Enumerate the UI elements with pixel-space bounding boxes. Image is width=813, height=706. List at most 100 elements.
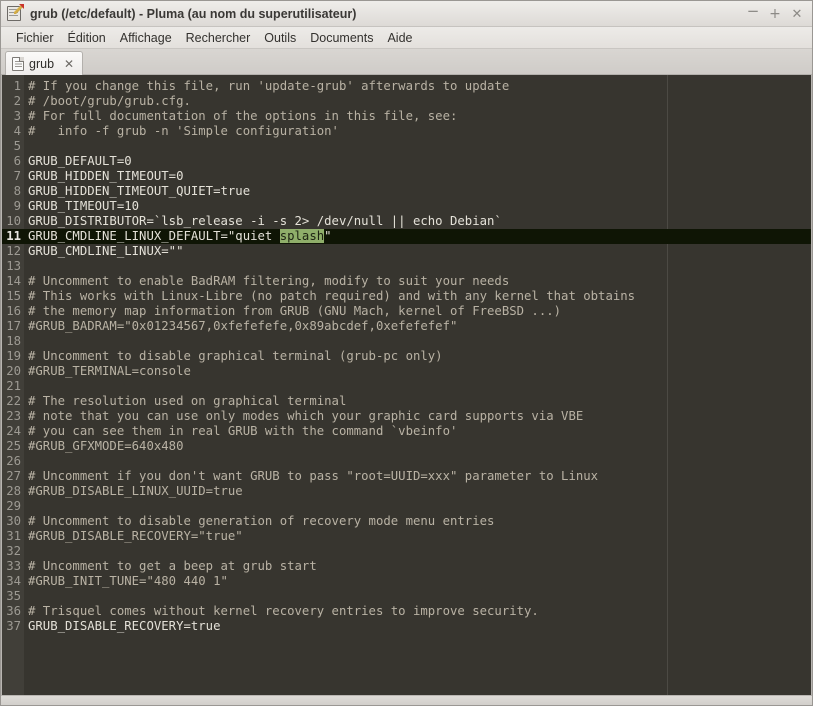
line-number: 24 bbox=[6, 424, 21, 438]
window-title: grub (/etc/default) - Pluma (au nom du s… bbox=[30, 6, 357, 21]
comment-text: # note that you can use only modes which… bbox=[28, 409, 584, 423]
line-number: 7 bbox=[13, 169, 21, 183]
code-line[interactable]: GRUB_DISTRIBUTOR=`lsb_release -i -s 2> /… bbox=[24, 214, 811, 229]
code-text: GRUB_HIDDEN_TIMEOUT_QUIET=true bbox=[28, 184, 251, 198]
comment-text: # This works with Linux-Libre (no patch … bbox=[28, 289, 636, 303]
line-number: 19 bbox=[6, 349, 21, 363]
code-line[interactable] bbox=[24, 544, 811, 559]
line-number: 11 bbox=[2, 229, 24, 244]
line-number: 13 bbox=[6, 259, 21, 273]
tab-grub[interactable]: grub ✕ bbox=[5, 51, 84, 75]
code-line[interactable] bbox=[24, 589, 811, 604]
code-line[interactable]: # Uncomment to get a beep at grub start bbox=[24, 559, 811, 574]
line-number: 1 bbox=[13, 79, 21, 93]
line-number: 10 bbox=[6, 214, 21, 228]
code-text: GRUB_TIMEOUT=10 bbox=[28, 199, 140, 213]
code-line[interactable]: # Uncomment to enable BadRAM filtering, … bbox=[24, 274, 811, 289]
comment-text: # Uncomment to disable graphical termina… bbox=[28, 349, 443, 363]
code-line[interactable]: GRUB_CMDLINE_LINUX_DEFAULT="quiet splash… bbox=[24, 229, 811, 244]
code-line[interactable]: GRUB_DISABLE_RECOVERY=true bbox=[24, 619, 811, 634]
window-controls: − + ✕ bbox=[742, 1, 808, 27]
comment-text: #GRUB_DISABLE_LINUX_UUID=true bbox=[28, 484, 243, 498]
menu-item-dition[interactable]: Édition bbox=[61, 29, 113, 47]
line-number: 5 bbox=[13, 139, 21, 153]
menu-item-affichage[interactable]: Affichage bbox=[113, 29, 179, 47]
comment-text: #GRUB_BADRAM="0x01234567,0xfefefefe,0x89… bbox=[28, 319, 458, 333]
comment-text: # Trisquel comes without kernel recovery… bbox=[28, 604, 539, 618]
line-number: 32 bbox=[6, 544, 21, 558]
line-number: 9 bbox=[13, 199, 21, 213]
code-line[interactable] bbox=[24, 259, 811, 274]
editor-area[interactable]: 1 2 3 4 5 6 7 8 9 10 11 12 13 14 15 16 17 18 19 20 21 22 23 24 2… bbox=[1, 75, 812, 695]
code-line[interactable] bbox=[24, 334, 811, 349]
code-line[interactable]: GRUB_HIDDEN_TIMEOUT=0 bbox=[24, 169, 811, 184]
comment-text: # info -f grub -n 'Simple configuration' bbox=[28, 124, 339, 138]
menu-item-documents[interactable]: Documents bbox=[303, 29, 380, 47]
code-line[interactable]: GRUB_TIMEOUT=10 bbox=[24, 199, 811, 214]
code-line[interactable]: # /boot/grub/grub.cfg. bbox=[24, 94, 811, 109]
line-number: 22 bbox=[6, 394, 21, 408]
minimize-button[interactable]: − bbox=[742, 3, 764, 25]
minimize-icon: − bbox=[746, 1, 760, 20]
code-line[interactable]: #GRUB_DISABLE_RECOVERY="true" bbox=[24, 529, 811, 544]
code-line[interactable]: # Trisquel comes without kernel recovery… bbox=[24, 604, 811, 619]
code-line[interactable] bbox=[24, 499, 811, 514]
code-line[interactable]: #GRUB_TERMINAL=console bbox=[24, 364, 811, 379]
line-number: 34 bbox=[6, 574, 21, 588]
maximize-button[interactable]: + bbox=[764, 3, 786, 25]
comment-text: # Uncomment to enable BadRAM filtering, … bbox=[28, 274, 510, 288]
line-number: 6 bbox=[13, 154, 21, 168]
code-line[interactable]: #GRUB_BADRAM="0x01234567,0xfefefefe,0x89… bbox=[24, 319, 811, 334]
tab-close-icon[interactable]: ✕ bbox=[62, 58, 76, 70]
code-line[interactable]: GRUB_HIDDEN_TIMEOUT_QUIET=true bbox=[24, 184, 811, 199]
code-line[interactable]: # This works with Linux-Libre (no patch … bbox=[24, 289, 811, 304]
code-line[interactable]: # Uncomment to disable generation of rec… bbox=[24, 514, 811, 529]
line-number: 37 bbox=[6, 619, 21, 633]
line-number: 26 bbox=[6, 454, 21, 468]
line-number: 28 bbox=[6, 484, 21, 498]
code-line[interactable] bbox=[24, 454, 811, 469]
code-line[interactable]: # Uncomment if you don't want GRUB to pa… bbox=[24, 469, 811, 484]
code-line[interactable]: GRUB_DEFAULT=0 bbox=[24, 154, 811, 169]
comment-text: # Uncomment to disable generation of rec… bbox=[28, 514, 495, 528]
line-number: 14 bbox=[6, 274, 21, 288]
code-line[interactable]: # you can see them in real GRUB with the… bbox=[24, 424, 811, 439]
code-text: GRUB_CMDLINE_LINUX="" bbox=[28, 244, 184, 258]
comment-text: # The resolution used on graphical termi… bbox=[28, 394, 347, 408]
code-line[interactable]: # Uncomment to disable graphical termina… bbox=[24, 349, 811, 364]
line-number: 18 bbox=[6, 334, 21, 348]
code-line[interactable]: # info -f grub -n 'Simple configuration' bbox=[24, 124, 811, 139]
code-line[interactable]: # note that you can use only modes which… bbox=[24, 409, 811, 424]
menu-item-fichier[interactable]: Fichier bbox=[9, 29, 61, 47]
document-icon bbox=[12, 56, 24, 71]
line-number: 36 bbox=[6, 604, 21, 618]
code-line[interactable]: #GRUB_INIT_TUNE="480 440 1" bbox=[24, 574, 811, 589]
code-line[interactable]: # For full documentation of the options … bbox=[24, 109, 811, 124]
code-line[interactable]: # If you change this file, run 'update-g… bbox=[24, 79, 811, 94]
comment-text: #GRUB_TERMINAL=console bbox=[28, 364, 191, 378]
code-text: GRUB_DEFAULT=0 bbox=[28, 154, 132, 168]
selected-text: splash bbox=[279, 229, 325, 243]
menu-item-rechercher[interactable]: Rechercher bbox=[179, 29, 258, 47]
code-line[interactable] bbox=[24, 379, 811, 394]
code-line[interactable]: #GRUB_GFXMODE=640x480 bbox=[24, 439, 811, 454]
code-text: GRUB_HIDDEN_TIMEOUT=0 bbox=[28, 169, 184, 183]
code-line[interactable]: # The resolution used on graphical termi… bbox=[24, 394, 811, 409]
line-number: 23 bbox=[6, 409, 21, 423]
maximize-icon: + bbox=[769, 6, 781, 22]
comment-text: #GRUB_DISABLE_RECOVERY="true" bbox=[28, 529, 243, 543]
line-number: 35 bbox=[6, 589, 21, 603]
code-line[interactable]: #GRUB_DISABLE_LINUX_UUID=true bbox=[24, 484, 811, 499]
line-number: 3 bbox=[13, 109, 21, 123]
code-line[interactable] bbox=[24, 139, 811, 154]
close-button[interactable]: ✕ bbox=[786, 3, 808, 25]
pluma-window: grub (/etc/default) - Pluma (au nom du s… bbox=[0, 0, 813, 706]
code-text: " bbox=[324, 229, 332, 243]
menu-item-aide[interactable]: Aide bbox=[380, 29, 419, 47]
code-line[interactable]: # the memory map information from GRUB (… bbox=[24, 304, 811, 319]
code-line[interactable]: GRUB_CMDLINE_LINUX="" bbox=[24, 244, 811, 259]
menu-item-outils[interactable]: Outils bbox=[257, 29, 303, 47]
code-text: GRUB_DISABLE_RECOVERY=true bbox=[28, 619, 221, 633]
code-text-area[interactable]: # If you change this file, run 'update-g… bbox=[24, 75, 811, 695]
line-number: 2 bbox=[13, 94, 21, 108]
